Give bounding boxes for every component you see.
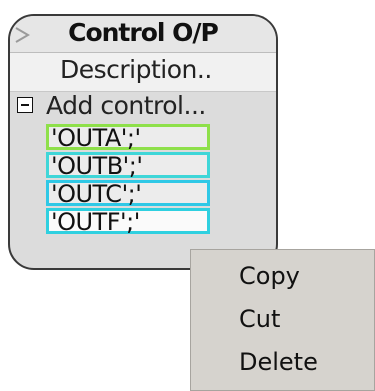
output-item-outc[interactable]: 'OUTC';' — [46, 180, 210, 208]
context-menu: Copy Cut Delete — [190, 249, 375, 391]
block-header[interactable]: Control O/P — [10, 16, 276, 53]
description-label: Description.. — [60, 55, 212, 84]
menu-item-cut[interactable]: Cut — [239, 305, 280, 333]
output-item-label: 'OUTF';' — [51, 208, 140, 236]
add-control-row[interactable]: Add control... — [10, 91, 276, 123]
canvas: Control O/P Description.. Add control...… — [0, 0, 375, 391]
block-title: Control O/P — [68, 18, 219, 47]
output-item-outf[interactable]: 'OUTF';' — [46, 208, 210, 236]
description-row[interactable]: Description.. — [10, 53, 276, 92]
output-item-label: 'OUTA';' — [51, 124, 141, 152]
output-item-label: 'OUTC';' — [51, 180, 142, 208]
control-output-block[interactable]: Control O/P Description.. Add control...… — [8, 14, 278, 270]
output-item-outb[interactable]: 'OUTB';' — [46, 152, 210, 180]
output-item-outa[interactable]: 'OUTA';' — [46, 124, 210, 152]
menu-item-copy[interactable]: Copy — [239, 262, 300, 290]
collapse-minus-icon[interactable] — [17, 97, 33, 113]
add-control-label: Add control... — [46, 91, 206, 120]
menu-item-delete[interactable]: Delete — [239, 348, 318, 376]
output-item-label: 'OUTB';' — [51, 152, 143, 180]
